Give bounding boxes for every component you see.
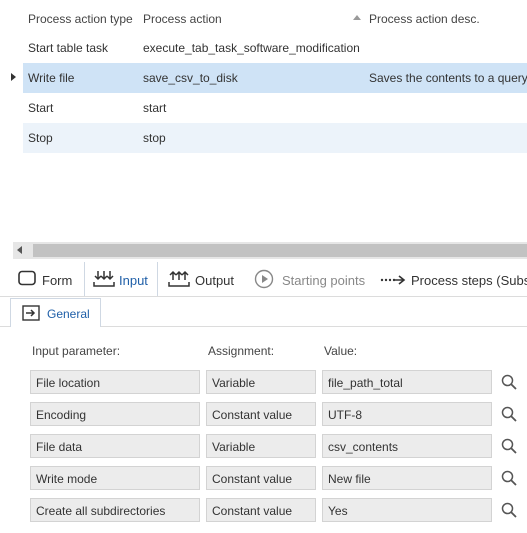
current-row-indicator-icon [11,73,16,81]
tab-form[interactable]: Form [14,262,82,296]
tab-general-label: General [47,307,90,321]
tab-input-label: Input [119,273,148,288]
input-icon [93,270,115,291]
tab-output-label: Output [195,273,235,288]
enter-box-icon [22,305,40,324]
dotted-arrow-icon [380,274,406,288]
col-header-type[interactable]: Process action type [28,12,133,26]
cell-type: Start table task [28,41,109,55]
col-label-assignment: Assignment: [208,344,275,358]
assignment-text: Constant value [212,472,293,486]
search-icon[interactable] [501,374,517,390]
cell-action: stop [143,131,166,145]
assignment-select[interactable]: Variable [206,370,316,394]
value-text: UTF-8 [328,408,362,422]
grid-header: Process action type Process action Proce… [0,0,527,32]
tab-form-label: Form [42,273,73,288]
form-icon [18,270,36,289]
scrollbar-thumb[interactable] [33,244,527,257]
tab-output[interactable]: Output [160,262,238,296]
value-text: Yes [328,504,348,518]
param-name-text: Create all subdirectories [36,504,166,518]
sort-asc-icon [353,15,361,20]
cell-desc: Saves the contents to a query, [369,71,527,85]
value-field[interactable]: Yes [322,498,492,522]
value-text: csv_contents [328,440,399,454]
value-field[interactable]: csv_contents [322,434,492,458]
assignment-text: Constant value [212,408,293,422]
cell-type: Write file [28,71,75,85]
param-name-text: Encoding [36,408,87,422]
param-name: Write mode [30,466,200,490]
assignment-select[interactable]: Constant value [206,498,316,522]
value-text: file_path_total [328,376,403,390]
assignment-select[interactable]: Variable [206,434,316,458]
tab-process-steps-label: Process steps (Subseq [411,273,527,288]
cell-action: save_csv_to_disk [143,71,238,85]
search-icon[interactable] [501,470,517,486]
value-field[interactable]: file_path_total [322,370,492,394]
detail-tabs: Form Input Output Starting points Proces… [0,262,527,297]
tab-general[interactable]: General [10,298,101,327]
tab-process-steps[interactable]: Process steps (Subseq [378,262,527,296]
param-name-text: File location [36,376,101,390]
cell-action: start [143,101,167,115]
output-icon [168,270,190,291]
param-name: File data [30,434,200,458]
assignment-select[interactable]: Constant value [206,466,316,490]
tab-starting-points[interactable]: Starting points [248,262,368,296]
value-field[interactable]: UTF-8 [322,402,492,426]
process-actions-grid: Process action type Process action Proce… [0,0,527,242]
col-header-desc[interactable]: Process action desc. [369,12,480,26]
search-icon[interactable] [501,406,517,422]
table-row-selected[interactable]: Write file save_csv_to_disk Saves the co… [23,63,527,93]
table-row[interactable]: Start table task execute_tab_task_softwa… [23,33,527,63]
value-text: New file [328,472,371,486]
assignment-text: Variable [212,440,256,454]
param-name: File location [30,370,200,394]
search-icon[interactable] [501,502,517,518]
table-row[interactable]: Start start [23,93,527,123]
search-icon[interactable] [501,438,517,454]
assignment-text: Constant value [212,504,293,518]
assignment-text: Variable [212,376,256,390]
param-name-text: Write mode [36,472,98,486]
cell-type: Stop [28,131,53,145]
param-name: Encoding [30,402,200,426]
tab-starting-points-label: Starting points [282,273,366,288]
assignment-select[interactable]: Constant value [206,402,316,426]
param-name-text: File data [36,440,83,454]
scroll-left-icon[interactable] [17,246,22,254]
table-row[interactable]: Stop stop [23,123,527,153]
cell-action: execute_tab_task_software_modification [143,41,360,55]
play-circle-icon [254,269,274,292]
tab-input[interactable]: Input [84,262,158,296]
horizontal-scrollbar[interactable] [13,242,527,259]
col-label-input-parameter: Input parameter: [32,344,121,358]
cell-type: Start [28,101,54,115]
col-header-action[interactable]: Process action [143,12,222,26]
param-name: Create all subdirectories [30,498,200,522]
value-field[interactable]: New file [322,466,492,490]
col-label-value: Value: [324,344,358,358]
